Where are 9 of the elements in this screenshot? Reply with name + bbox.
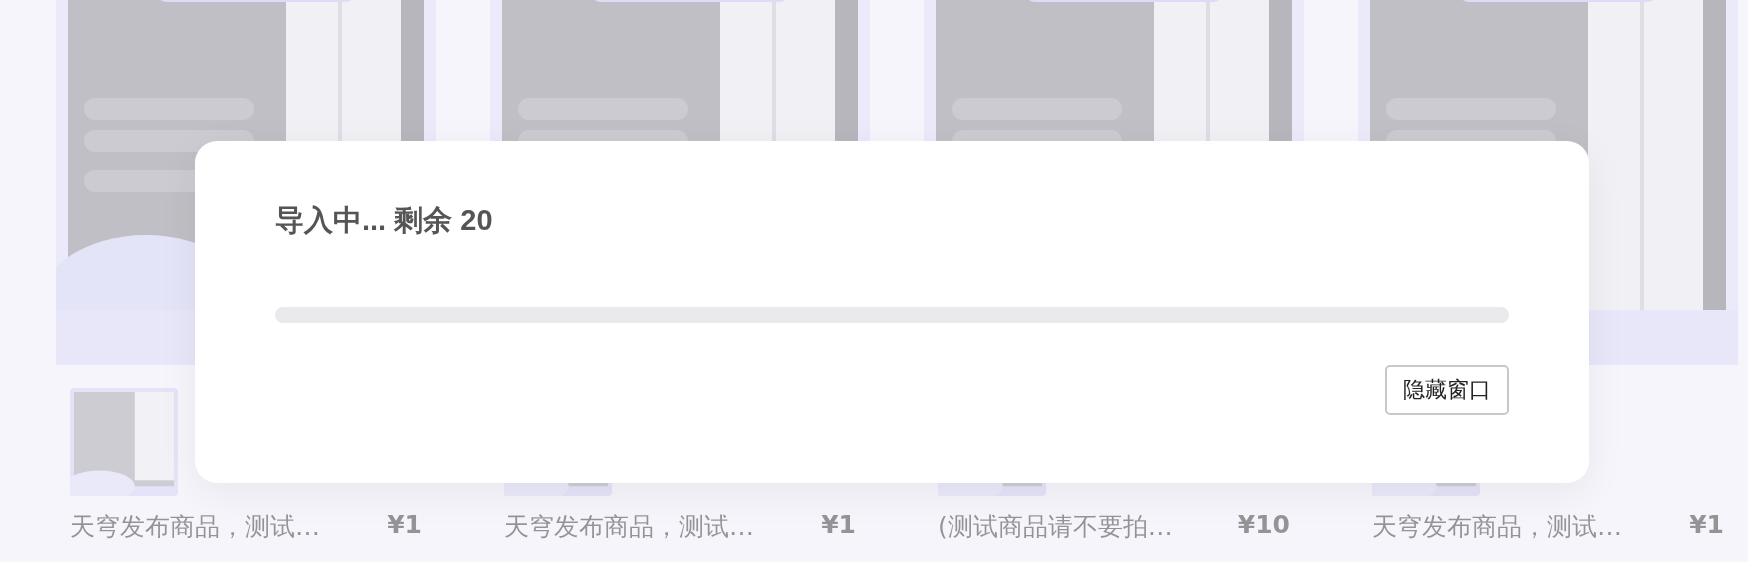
product-price: ¥10 bbox=[1237, 510, 1290, 541]
product-title: 天穹发布商品，测试… bbox=[504, 511, 754, 543]
product-title: (测试商品请不要拍… bbox=[938, 511, 1173, 543]
product-price: ¥1 bbox=[387, 510, 422, 541]
product-price: ¥1 bbox=[821, 510, 856, 541]
product-title: 天穹发布商品，测试… bbox=[70, 511, 320, 543]
product-price: ¥1 bbox=[1689, 510, 1724, 541]
dialog-title: 导入中... 剩余 20 bbox=[275, 203, 494, 238]
product-title: 天穹发布商品，测试… bbox=[1372, 511, 1622, 543]
